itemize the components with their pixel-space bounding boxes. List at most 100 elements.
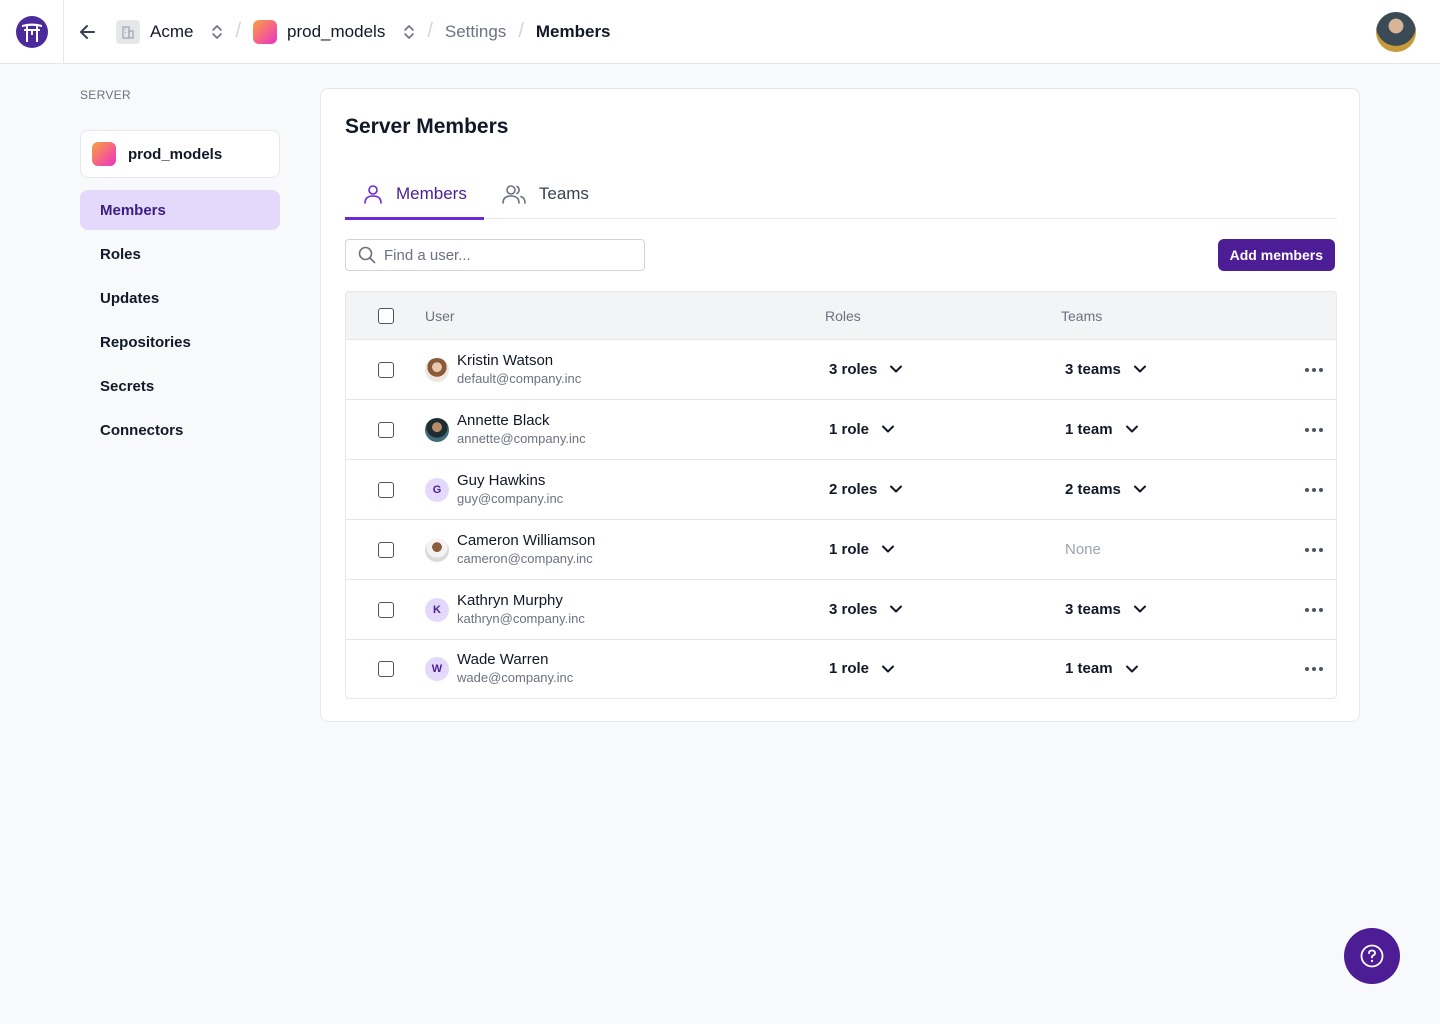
row-checkbox[interactable] [377,361,394,378]
column-header-user: User [425,307,455,324]
table-header: User Roles Teams [346,292,1336,340]
sidebar-item-updates[interactable]: Updates [80,278,280,318]
roles-count: 2 roles [829,480,878,498]
table-row: G Guy Hawkins guy@company.inc 2 roles 2 … [346,460,1336,520]
back-button[interactable] [64,12,112,52]
member-email: guy@company.inc [457,490,564,506]
avatar [425,417,449,442]
more-options-icon[interactable] [1304,667,1323,671]
tab-bar: Members Teams [345,169,1337,220]
row-checkbox[interactable] [377,481,394,498]
search-field [345,239,645,271]
sidebar: SERVER prod_models Members Roles Updates… [80,88,280,454]
breadcrumb-settings[interactable]: Settings [445,22,506,42]
member-name: Wade Warren [457,651,549,668]
avatar: K [425,597,449,622]
app-logo[interactable] [15,15,48,48]
table-row: Annette Black annette@company.inc 1 role… [346,400,1336,460]
row-checkbox[interactable] [377,421,394,438]
question-circle-icon [1360,944,1384,968]
roles-count: 1 role [829,420,870,438]
more-options-icon[interactable] [1304,367,1323,372]
search-input[interactable] [384,246,624,264]
breadcrumb-org[interactable]: Acme [116,19,223,44]
arrow-left-icon [80,24,95,39]
tab-members[interactable]: Members [345,169,484,220]
more-options-icon[interactable] [1304,427,1323,432]
server-gradient-icon [92,142,116,166]
roles-dropdown[interactable]: 1 role [829,421,895,438]
teams-count: 1 team [1065,660,1113,677]
users-icon [502,185,526,204]
table-row: Cameron Williamson cameron@company.inc 1… [346,520,1336,580]
member-email: wade@company.inc [457,670,574,685]
teams-none-label: None [1065,540,1101,558]
add-members-button[interactable]: Add members [1217,239,1335,271]
members-table: User Roles Teams Kristin Watson default@… [345,291,1337,699]
chevron-up-down-icon [211,23,223,41]
server-card-name: prod_models [128,145,223,163]
column-header-teams: Teams [1061,307,1103,324]
sidebar-item-members[interactable]: Members [80,190,280,230]
member-email: kathryn@company.inc [457,610,585,626]
sidebar-item-roles[interactable]: Roles [80,234,280,274]
teams-count: 2 teams [1065,480,1121,498]
row-checkbox[interactable] [377,661,394,677]
chevron-down-icon [882,425,895,433]
more-options-icon[interactable] [1304,487,1323,492]
top-bar: Acme / prod_models / Settings / Members [0,0,1440,64]
chevron-down-icon [1133,605,1146,613]
sidebar-section-label: SERVER [80,88,131,102]
teams-dropdown[interactable]: 3 teams [1065,601,1147,618]
server-card[interactable]: prod_models [80,130,280,178]
row-checkbox[interactable] [377,601,394,618]
roles-dropdown[interactable]: 2 roles [829,481,903,498]
chevron-down-icon [882,665,895,672]
roles-count: 1 role [829,540,870,558]
member-name: Kristin Watson [457,351,554,369]
sidebar-item-secrets[interactable]: Secrets [80,366,280,406]
roles-dropdown[interactable]: 1 role [829,541,895,558]
roles-dropdown[interactable]: 3 roles [829,361,903,378]
teams-dropdown[interactable]: 1 team [1065,421,1139,438]
breadcrumb-separator: / [235,20,242,42]
chevron-down-icon [890,365,903,373]
teams-count: 1 team [1065,420,1113,438]
avatar [425,537,449,562]
chevron-down-icon [890,485,903,493]
user-icon [364,185,382,204]
server-gradient-icon [253,19,278,44]
user-avatar[interactable] [1376,12,1416,52]
avatar: G [425,477,449,502]
breadcrumb-server[interactable]: prod_models [253,19,415,44]
logo-cell [0,0,64,63]
sidebar-item-connectors[interactable]: Connectors [80,410,280,450]
table-row: W Wade Warren wade@company.inc 1 role 1 … [346,640,1336,698]
roles-count: 3 roles [829,360,878,378]
table-row: Kristin Watson default@company.inc 3 rol… [346,340,1336,400]
roles-dropdown[interactable]: 1 role [829,660,895,677]
more-options-icon[interactable] [1304,547,1323,552]
teams-count: 3 teams [1065,600,1121,618]
avatar: W [425,657,449,681]
tab-teams[interactable]: Teams [484,169,606,219]
breadcrumb-separator: / [427,20,433,42]
chevron-down-icon [882,545,895,553]
row-checkbox[interactable] [377,541,394,558]
member-name: Annette Black [457,411,550,429]
tab-teams-label: Teams [538,184,589,203]
chevron-down-icon [1133,485,1146,493]
chevron-down-icon [1133,365,1146,373]
breadcrumb-current-page: Members [535,21,611,41]
teams-dropdown[interactable]: 1 team [1065,660,1139,677]
help-button[interactable] [1344,928,1400,984]
teams-dropdown[interactable]: 2 teams [1065,481,1147,498]
sidebar-item-repositories[interactable]: Repositories [80,322,280,362]
member-email: annette@company.inc [457,430,586,446]
breadcrumb-org-label: Acme [150,21,194,41]
roles-count: 1 role [829,660,870,677]
roles-dropdown[interactable]: 3 roles [829,601,903,618]
teams-dropdown[interactable]: 3 teams [1065,361,1147,378]
more-options-icon[interactable] [1304,607,1323,612]
select-all-checkbox[interactable] [377,307,394,324]
